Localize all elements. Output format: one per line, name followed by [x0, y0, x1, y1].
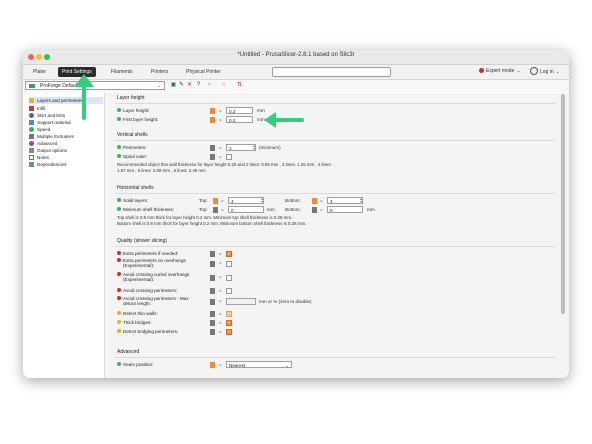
arrow-to-first-layer-height: [264, 112, 304, 128]
arrow-to-print-settings-tab: [74, 74, 94, 120]
annotation-arrows: [74, 74, 304, 128]
